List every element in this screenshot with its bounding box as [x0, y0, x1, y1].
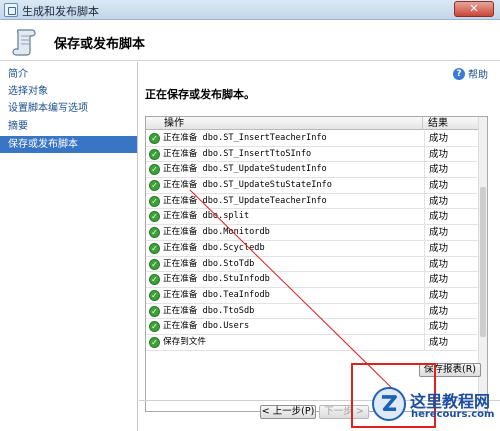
- row-result: 成功: [424, 178, 479, 194]
- help-label: 帮助: [468, 70, 488, 81]
- table-row[interactable]: ✓ 正在准备 dbo.StoTdb 成功: [146, 256, 479, 273]
- scroll-icon: [12, 29, 36, 56]
- row-action: 正在准备 dbo.ST_InsertTtoSInfo: [163, 148, 312, 159]
- row-result: 成功: [424, 303, 479, 320]
- grid-header: 操作 结果: [146, 117, 479, 130]
- row-action: 正在准备 dbo.Users: [163, 321, 250, 332]
- status-heading: 正在保存或发布脚本。: [145, 88, 255, 101]
- success-check-icon: ✓: [149, 258, 160, 270]
- row-result: 成功: [424, 319, 479, 335]
- app-icon: [4, 3, 18, 17]
- sidebar-item-scripting-options[interactable]: 设置脚本编写选项: [0, 100, 137, 117]
- success-check-icon: ✓: [149, 195, 160, 207]
- window-titlebar: 生成和发布脚本 ✕: [0, 0, 500, 20]
- success-check-icon: ✓: [149, 305, 160, 317]
- row-action: 保存到文件: [163, 336, 206, 347]
- table-row[interactable]: ✓ 正在准备 dbo.ST_InsertTeacherInfo 成功: [146, 131, 479, 147]
- row-action: 正在准备 dbo.ST_InsertTeacherInfo: [163, 133, 327, 143]
- sidebar-item-choose-objects[interactable]: 选择对象: [0, 83, 137, 100]
- window-title: 生成和发布脚本: [22, 5, 99, 18]
- sidebar-item-save-publish[interactable]: 保存或发布脚本: [0, 136, 137, 153]
- next-button[interactable]: 下一步 >: [319, 405, 369, 419]
- row-action: 正在准备 dbo.TeaInfodb: [163, 289, 270, 300]
- help-link[interactable]: ? 帮助: [453, 66, 488, 81]
- wizard-header: 保存或发布脚本: [0, 21, 500, 61]
- main-panel: ? 帮助 正在保存或发布脚本。 操作 结果 ✓ 正在准备 dbo.ST_Inser…: [139, 62, 500, 431]
- sidebar-item-intro[interactable]: 简介: [0, 66, 137, 83]
- table-row[interactable]: ✓ 正在准备 dbo.TeaInfodb 成功: [146, 287, 479, 304]
- row-action: 正在准备 dbo.StuInfodb: [163, 274, 270, 285]
- row-result: 成功: [424, 287, 479, 304]
- table-row[interactable]: ✓ 正在准备 dbo.StuInfodb 成功: [146, 272, 479, 288]
- row-action: 正在准备 dbo.ST_UpdateStuStateInfo: [163, 180, 332, 191]
- table-row[interactable]: ✓ 正在准备 dbo.ST_UpdateStuStateInfo 成功: [146, 178, 479, 194]
- column-header-result[interactable]: 结果: [424, 117, 479, 130]
- row-action: 正在准备 dbo.Monitordb: [163, 227, 270, 238]
- table-row[interactable]: ✓ 正在准备 dbo.ST_UpdateStudentInfo 成功: [146, 162, 479, 179]
- row-action: 正在准备 dbo.ST_UpdateStudentInfo: [163, 164, 327, 175]
- success-check-icon: ✓: [149, 321, 160, 333]
- help-icon: ?: [453, 67, 465, 80]
- success-check-icon: ✓: [149, 148, 160, 160]
- page-title: 保存或发布脚本: [54, 37, 146, 52]
- watermark: 这里教程网 herecours.com: [372, 387, 500, 431]
- table-row[interactable]: ✓ 正在准备 dbo.Scycledb 成功: [146, 240, 479, 257]
- watermark-url: herecours.com: [411, 409, 495, 420]
- row-result: 成功: [424, 334, 479, 351]
- scrollbar-thumb[interactable]: [480, 187, 486, 337]
- success-check-icon: ✓: [149, 289, 160, 301]
- success-check-icon: ✓: [149, 336, 160, 348]
- success-check-icon: ✓: [149, 242, 160, 254]
- row-action: 正在准备 dbo.Scycledb: [163, 242, 265, 253]
- row-result: 成功: [424, 209, 479, 226]
- table-row[interactable]: ✓ 正在准备 dbo.TtoSdb 成功: [146, 303, 479, 320]
- row-action: 正在准备 dbo.ST_UpdateTeacherInfo: [163, 195, 327, 206]
- table-row[interactable]: ✓ 正在准备 dbo.ST_UpdateTeacherInfo 成功: [146, 193, 479, 210]
- row-action: 正在准备 dbo.split: [163, 211, 250, 222]
- success-check-icon: ✓: [149, 227, 160, 239]
- row-result: 成功: [424, 162, 479, 179]
- success-check-icon: ✓: [149, 133, 160, 144]
- success-check-icon: ✓: [149, 164, 160, 176]
- watermark-logo: [372, 387, 406, 421]
- success-check-icon: ✓: [149, 211, 160, 223]
- table-row[interactable]: ✓ 正在准备 dbo.Users 成功: [146, 319, 479, 335]
- column-header-action[interactable]: 操作: [146, 117, 423, 130]
- table-row[interactable]: ✓ 保存到文件 成功: [146, 334, 479, 351]
- row-result: 成功: [424, 225, 479, 241]
- row-result: 成功: [424, 131, 479, 147]
- success-check-icon: ✓: [149, 274, 160, 286]
- table-row[interactable]: ✓ 正在准备 dbo.ST_InsertTtoSInfo 成功: [146, 146, 479, 163]
- row-action: 正在准备 dbo.StoTdb: [163, 258, 255, 269]
- wizard-steps-sidebar: 简介 选择对象 设置脚本编写选项 摘要 保存或发布脚本: [0, 62, 138, 431]
- sidebar-item-summary[interactable]: 摘要: [0, 118, 137, 135]
- row-result: 成功: [424, 256, 479, 273]
- success-check-icon: ✓: [149, 180, 160, 192]
- save-report-button[interactable]: 保存报表(R): [419, 363, 481, 377]
- row-result: 成功: [424, 272, 479, 288]
- previous-button[interactable]: < 上一步(P): [260, 405, 316, 419]
- grid-rows: ✓ 正在准备 dbo.ST_InsertTeacherInfo 成功 ✓ 正在准备 d…: [146, 131, 479, 351]
- table-row[interactable]: ✓ 正在准备 dbo.Monitordb 成功: [146, 225, 479, 241]
- row-action: 正在准备 dbo.TtoSdb: [163, 305, 255, 316]
- row-result: 成功: [424, 193, 479, 210]
- table-row[interactable]: ✓ 正在准备 dbo.split 成功: [146, 209, 479, 226]
- row-result: 成功: [424, 146, 479, 163]
- row-result: 成功: [424, 240, 479, 257]
- close-button[interactable]: ✕: [454, 1, 494, 17]
